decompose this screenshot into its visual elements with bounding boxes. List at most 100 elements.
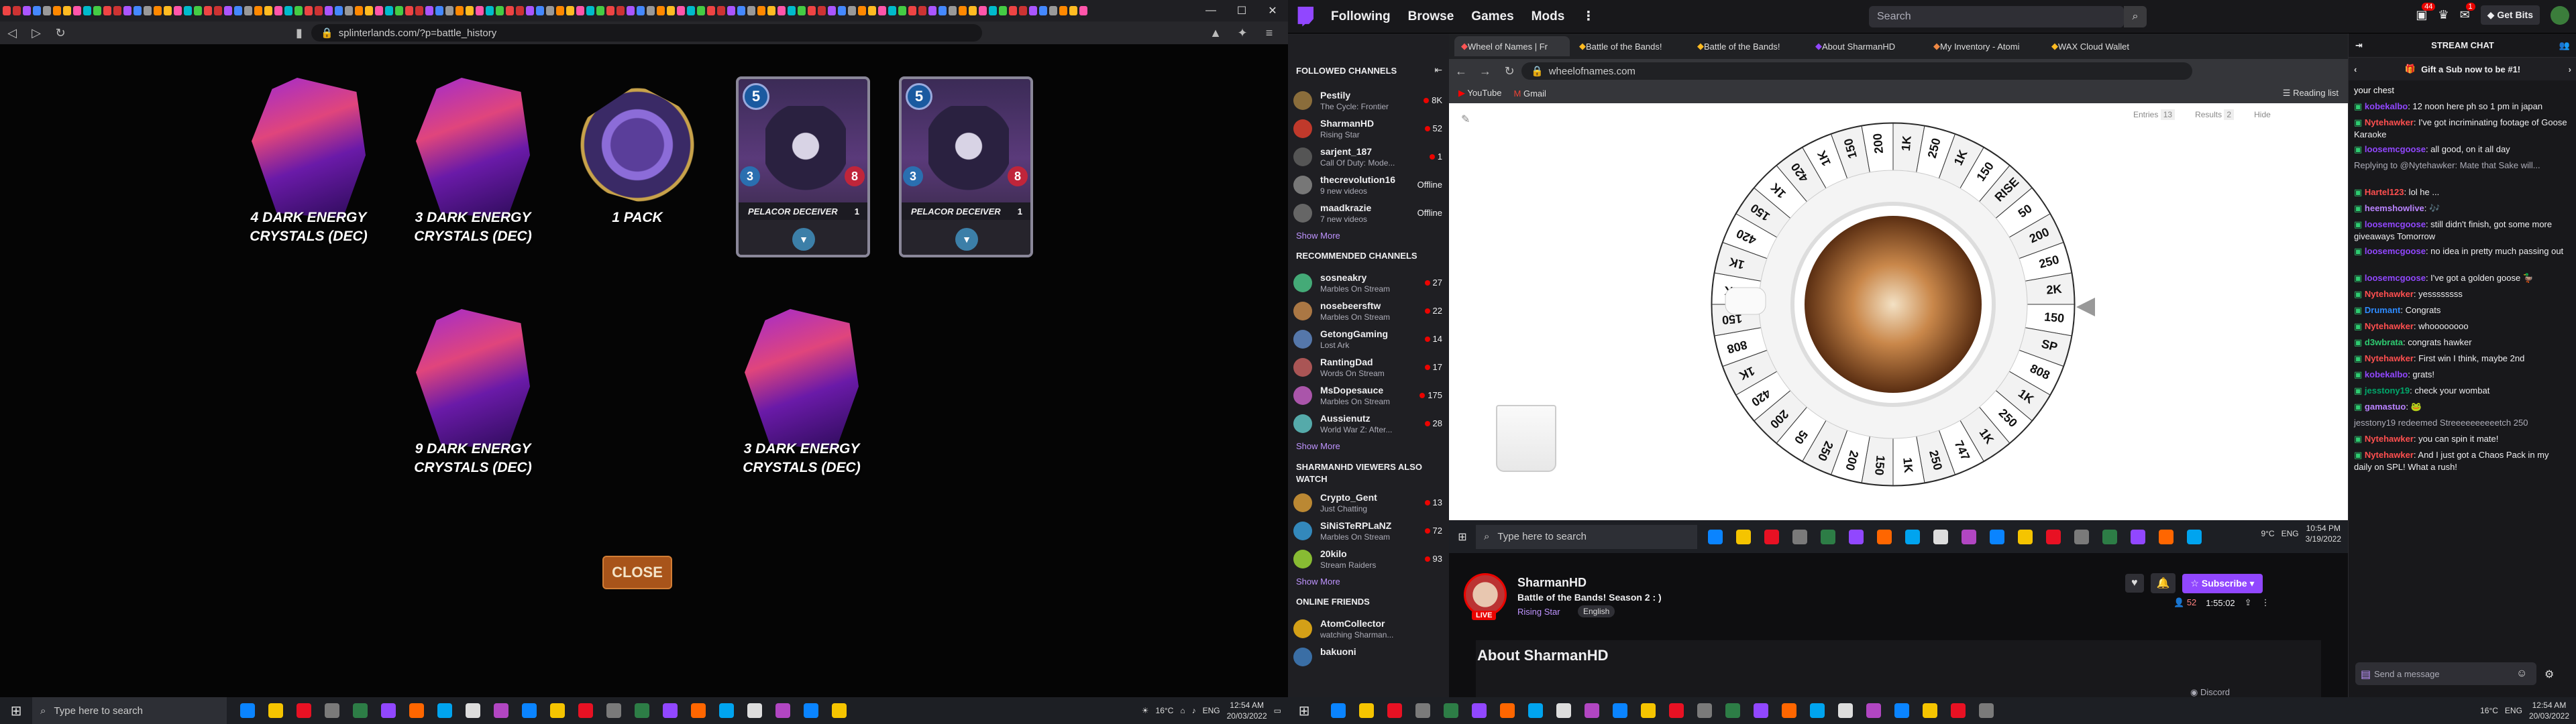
taskbar-app-icon[interactable] — [1821, 529, 1835, 544]
chat-message[interactable]: ▣ gamastuo: 🐸 — [2354, 401, 2569, 413]
chat-username[interactable]: kobekalbo — [2365, 369, 2408, 379]
chat-username[interactable]: Nytehawker — [2365, 117, 2414, 127]
browser-tab-favicon-icon[interactable] — [496, 6, 504, 15]
streamer-avatar[interactable] — [1464, 573, 1507, 616]
browser-tab-favicon-icon[interactable] — [928, 6, 936, 15]
browser-tab-favicon-icon[interactable] — [1019, 6, 1027, 15]
collapse-icon[interactable]: ⇤ — [1434, 64, 1442, 76]
chevron-left-icon[interactable]: ‹ — [2354, 64, 2357, 74]
browser-tab-favicon-icon[interactable] — [43, 6, 51, 15]
chat-username[interactable]: d3wbrata — [2365, 337, 2403, 347]
taskbar-app-icon[interactable] — [1962, 529, 1976, 544]
chevron-right-icon[interactable]: › — [2569, 64, 2571, 74]
browser-tab-favicon-icon[interactable] — [395, 6, 403, 15]
chevron-down-icon[interactable]: ▼ — [792, 228, 815, 251]
taskbar-app-icon[interactable] — [522, 703, 537, 718]
taskbar-app-icon[interactable] — [2074, 529, 2089, 544]
browser-tab-favicon-icon[interactable] — [466, 6, 474, 15]
edit-icon[interactable]: ✎ — [1461, 113, 1470, 126]
browser-tab-favicon-icon[interactable] — [214, 6, 222, 15]
browser-tab-favicon-icon[interactable] — [868, 6, 876, 15]
browser-tab-favicon-icon[interactable] — [989, 6, 997, 15]
chat-username[interactable]: heemshowlive — [2365, 203, 2424, 213]
chat-message[interactable]: your chest — [2354, 84, 2569, 97]
stream-tag[interactable]: English — [1578, 605, 1615, 617]
chat-message[interactable]: ▣ kobekalbo: 12 noon here ph so 1 pm in … — [2354, 101, 2569, 113]
browser-tab-favicon-icon[interactable] — [445, 6, 453, 15]
chat-message[interactable]: ▣ Nytehawker: yessssssss — [2354, 288, 2569, 300]
chat-message[interactable]: ▣ Nytehawker: And I just got a Chaos Pac… — [2354, 449, 2569, 473]
browser-tab-favicon-icon[interactable] — [566, 6, 574, 15]
bookmark-youtube[interactable]: ▶ YouTube — [1458, 88, 1501, 99]
taskbar-app-icon[interactable] — [635, 703, 649, 718]
chat-message[interactable]: ▣ Nytehawker: whoooooooo — [2354, 320, 2569, 333]
taskbar-app-icon[interactable] — [1990, 529, 2004, 544]
browser-tab-favicon-icon[interactable] — [345, 6, 353, 15]
taskbar-app-icon[interactable] — [240, 703, 255, 718]
taskbar-app-icon[interactable] — [1641, 703, 1656, 718]
browser-tab-favicon-icon[interactable] — [224, 6, 232, 15]
tab-entries[interactable]: Entries 13 — [2133, 109, 2176, 120]
chat-message[interactable]: ▣ Hartel123: lol he ... — [2354, 186, 2569, 198]
taskbar-app-icon[interactable] — [1556, 703, 1571, 718]
browser-tab-favicon-icon[interactable] — [294, 6, 303, 15]
show-more-link[interactable]: Show More — [1296, 441, 1340, 451]
address-bar[interactable]: 🔒 splinterlands.com/?p=battle_history — [311, 24, 982, 42]
monster-card[interactable]: 5 3 8 PELACOR DECEIVER 1 ▼ — [736, 76, 870, 257]
chat-username[interactable]: Nytehawker — [2365, 450, 2414, 460]
sidebar-channel[interactable]: sarjent_187 Call Of Duty: Mode... 1 — [1293, 143, 1445, 170]
browser-tab-favicon-icon[interactable] — [798, 6, 806, 15]
browser-tab-favicon-icon[interactable] — [717, 6, 725, 15]
taskbar-app-icon[interactable] — [1444, 703, 1458, 718]
browser-tab-favicon-icon[interactable] — [788, 6, 796, 15]
bell-icon[interactable]: 🔔 — [2150, 573, 2176, 593]
inner-taskbar-search[interactable]: ⌕ Type here to search — [1476, 524, 1697, 549]
taskbar-app-icon[interactable] — [268, 703, 283, 718]
browser-tab-favicon-icon[interactable] — [274, 6, 282, 15]
browser-tab-favicon-icon[interactable] — [828, 6, 836, 15]
language-indicator[interactable]: ENG — [1203, 706, 1220, 715]
browser-tab-favicon-icon[interactable] — [898, 6, 906, 15]
chat-username[interactable]: Nytehawker — [2365, 434, 2414, 444]
sidebar-channel[interactable]: AtomCollector watching Sharman... — [1293, 615, 1445, 642]
browser-tab-favicon-icon[interactable] — [657, 6, 665, 15]
taskbar-app-icon[interactable] — [1669, 703, 1684, 718]
taskbar-app-icon[interactable] — [1923, 703, 1937, 718]
chat-username[interactable]: loosemcgoose — [2365, 219, 2426, 229]
chat-username[interactable]: loosemcgoose — [2365, 144, 2426, 154]
stream-player[interactable]: ◆ Wheel of Names | Fr ◆ Battle of the Ban… — [1449, 34, 2348, 553]
browser-tab-favicon-icon[interactable] — [194, 6, 202, 15]
close-window-icon[interactable]: ✕ — [1257, 0, 1288, 21]
taskbar-app-icon[interactable] — [1331, 703, 1346, 718]
sidebar-channel[interactable]: Aussienutz World War Z: After... 28 — [1293, 410, 1445, 437]
chat-input[interactable]: Send a message — [2355, 662, 2536, 685]
clock[interactable]: 12:54 AM 20/03/2022 — [1227, 700, 1267, 721]
chat-message[interactable]: ▣ Nytehawker: First win I think, maybe 2… — [2354, 353, 2569, 365]
taskbar-app-icon[interactable] — [2159, 529, 2174, 544]
taskbar-app-icon[interactable] — [691, 703, 706, 718]
browser-tab-favicon-icon[interactable] — [154, 6, 162, 15]
get-bits-button[interactable]: ◆ Get Bits — [2480, 5, 2540, 25]
browser-tab-favicon-icon[interactable] — [405, 6, 413, 15]
taskbar-app-icon[interactable] — [1359, 703, 1374, 718]
sidebar-channel[interactable]: thecrevolution16 9 new videos Offline — [1293, 172, 1445, 198]
taskbar-app-icon[interactable] — [1849, 529, 1864, 544]
inner-address-bar[interactable]: 🔒 wheelofnames.com — [1521, 62, 2192, 80]
volume-icon[interactable]: ♪ — [1192, 706, 1196, 715]
taskbar-app-icon[interactable] — [1528, 703, 1543, 718]
browser-tab-favicon-icon[interactable] — [727, 6, 735, 15]
back-icon[interactable]: ◁ — [0, 21, 24, 44]
browser-tab-favicon-icon[interactable] — [1009, 6, 1017, 15]
chat-username[interactable]: Hartel123 — [2365, 187, 2404, 197]
chat-message[interactable]: jesstony19 redeemed Streeeeeeeeeetch 250 — [2354, 417, 2569, 429]
browser-tab-favicon-icon[interactable] — [697, 6, 705, 15]
chat-message[interactable]: ▣ heemshowlive: 🎶 — [2354, 202, 2569, 215]
share-icon[interactable]: ⇪ — [2245, 597, 2252, 608]
chat-message[interactable]: ▣ loosemcgoose: still didn't finish, got… — [2354, 219, 2569, 243]
browser-tab-favicon-icon[interactable] — [1069, 6, 1077, 15]
browser-tab-favicon-icon[interactable] — [667, 6, 675, 15]
windows-start-icon[interactable]: ⊞ — [0, 697, 32, 724]
browser-tab-favicon-icon[interactable] — [415, 6, 423, 15]
taskbar-app-icon[interactable] — [1979, 703, 1994, 718]
windows-start-icon[interactable]: ⊞ — [1449, 530, 1476, 544]
